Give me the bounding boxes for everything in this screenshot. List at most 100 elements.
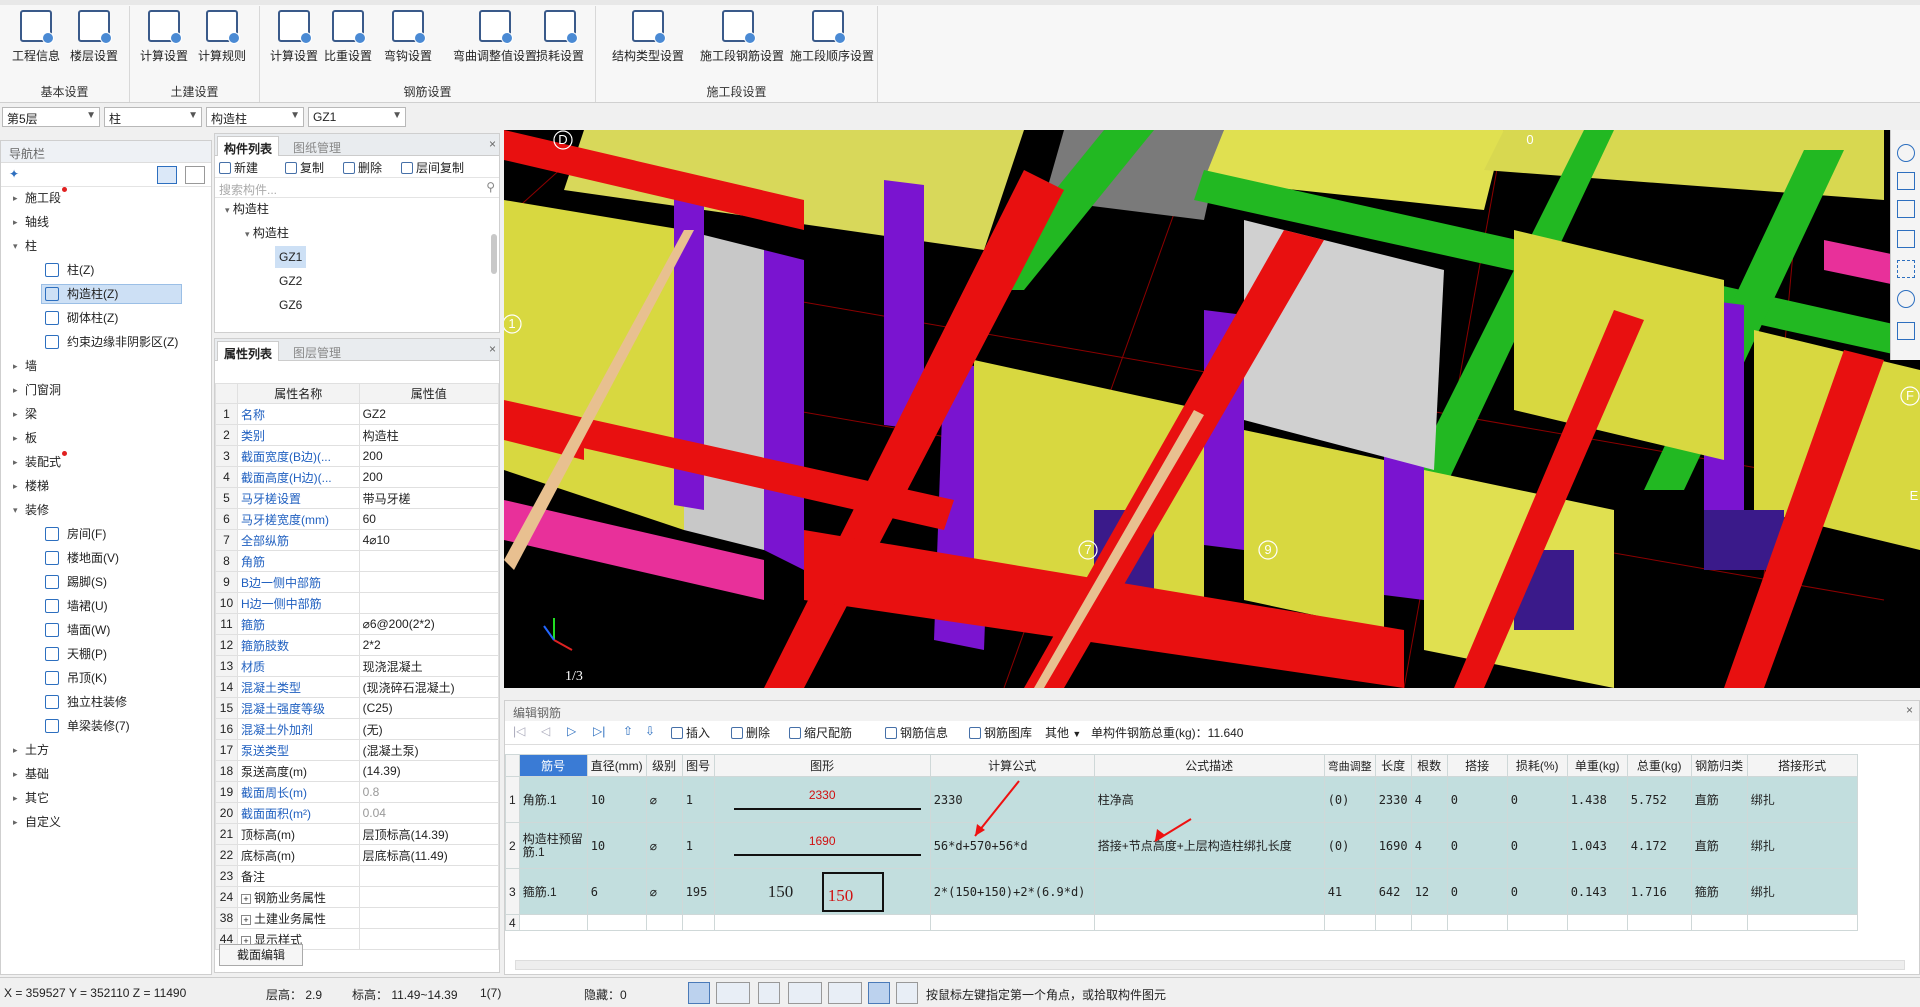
new-button[interactable]: 新建 — [219, 159, 258, 176]
shape-cell[interactable]: 2330 — [713, 776, 931, 823]
tab-component-list[interactable]: 构件列表 — [217, 136, 280, 156]
table-row[interactable]: 19 截面周长(m) 0.8 — [215, 781, 500, 803]
formula[interactable]: 2*(150+150)+2*(6.9*d) — [929, 868, 1095, 915]
nav-item-room[interactable]: 房间(F) — [1, 523, 211, 545]
property-value[interactable]: 构造柱 — [358, 424, 500, 446]
total-weight[interactable]: 4.172 — [1626, 822, 1692, 869]
property-value[interactable] — [358, 571, 500, 593]
tab-property-list[interactable]: 属性列表 — [217, 341, 280, 361]
copy-button[interactable]: 复制 — [285, 159, 324, 176]
rebar-library-button[interactable]: 钢筋图库 — [969, 724, 1032, 741]
nav-item-decoration[interactable]: ▾ 装修 — [1, 499, 211, 521]
detail-view-icon[interactable] — [185, 166, 205, 184]
lap-form[interactable]: 绑扎 — [1746, 822, 1858, 869]
cube-icon[interactable] — [1897, 230, 1915, 248]
nav-item-openings[interactable]: ▸ 门窗洞 — [1, 379, 211, 401]
property-value[interactable]: 60 — [358, 508, 500, 530]
property-value[interactable] — [358, 592, 500, 614]
nav-item-earthwork[interactable]: ▸ 土方 — [1, 739, 211, 761]
rebar-name[interactable]: 角筋.1 — [518, 776, 588, 823]
property-value[interactable]: ⌀6@200(2*2) — [358, 613, 500, 635]
property-value[interactable] — [358, 928, 500, 950]
tree-node-type[interactable]: ▾ 构造柱 — [245, 222, 289, 244]
total-weight[interactable]: 5.752 — [1626, 776, 1692, 823]
next-record-icon[interactable]: ▷ — [567, 724, 576, 738]
nav-item-custom[interactable]: ▸ 自定义 — [1, 811, 211, 833]
rebar-delete-button[interactable]: 删除 — [731, 724, 770, 741]
nav-item-skirting[interactable]: 踢脚(S) — [1, 571, 211, 593]
shape-cell[interactable]: 1690 — [713, 822, 931, 869]
table-row[interactable]: 14 混凝土类型 (现浇碎石混凝土) — [215, 676, 500, 698]
snap-mode-icon[interactable] — [716, 982, 750, 1004]
property-value[interactable]: 层顶标高(14.39) — [358, 823, 500, 845]
grade[interactable]: ⌀ — [645, 776, 683, 823]
property-value[interactable]: 0.8 — [358, 781, 500, 803]
section-order-button[interactable]: 施工段顺序设置 — [790, 10, 874, 68]
scale-rebar-button[interactable]: 缩尺配筋 — [789, 724, 852, 741]
tree-node-gz6[interactable]: GZ6 — [279, 294, 302, 316]
nav-item-constructional-column[interactable]: 构造柱(Z) — [1, 283, 211, 305]
table-row[interactable]: 20 截面面积(m²) 0.04 — [215, 802, 500, 824]
figure-number[interactable]: 195 — [681, 868, 715, 915]
property-value[interactable]: 2*2 — [358, 634, 500, 656]
table-row[interactable]: 5 马牙槎设置 带马牙槎 — [215, 487, 500, 509]
nav-item-floor-finish[interactable]: 楼地面(V) — [1, 547, 211, 569]
tab-drawing-manager[interactable]: 图纸管理 — [287, 136, 347, 156]
bend-adjust[interactable]: (0) — [1323, 776, 1376, 823]
properties-icon[interactable] — [1897, 322, 1915, 340]
grade[interactable]: ⌀ — [645, 868, 683, 915]
table-row[interactable]: 9 B边一侧中部筋 — [215, 571, 500, 593]
nav-item-wall-finish[interactable]: 墙面(W) — [1, 619, 211, 641]
unit-weight[interactable]: 1.438 — [1566, 776, 1628, 823]
rebar-info-button[interactable]: 钢筋信息 — [885, 724, 948, 741]
table-row[interactable]: 6 马牙槎宽度(mm) 60 — [215, 508, 500, 530]
table-row[interactable]: 4 — [505, 914, 1858, 931]
table-row[interactable]: 16 混凝土外加剂 (无) — [215, 718, 500, 740]
property-value[interactable] — [358, 865, 500, 887]
table-row[interactable]: 1 角筋.1 10 ⌀ 1 2330 2330 柱净高 (0) 2330 4 0 0 1.438 5.752… — [505, 776, 1858, 823]
move-down-icon[interactable]: ⇩ — [645, 724, 655, 738]
bend-adjust[interactable]: 41 — [1323, 868, 1376, 915]
horizontal-scrollbar[interactable] — [515, 960, 1905, 970]
table-row[interactable]: 3 截面宽度(B边)(... 200 — [215, 445, 500, 467]
nav-item-slab[interactable]: ▸ 板 — [1, 427, 211, 449]
delete-button[interactable]: 删除 — [343, 159, 382, 176]
table-row[interactable]: 18 泵送高度(m) (14.39) — [215, 760, 500, 782]
formula[interactable]: 2330 — [929, 776, 1095, 823]
3d-view-icon[interactable] — [1897, 200, 1915, 218]
table-row[interactable]: 23 备注 — [215, 865, 500, 887]
rebar-name[interactable]: 箍筋.1 — [518, 868, 588, 915]
lap-form[interactable]: 绑扎 — [1746, 776, 1858, 823]
dynamic-input-icon[interactable] — [868, 982, 890, 1004]
line-mode-icon[interactable] — [828, 982, 862, 1004]
nav-item-foundation[interactable]: ▸ 基础 — [1, 763, 211, 785]
expand-icon[interactable]: + — [240, 893, 251, 904]
floor-copy-button[interactable]: 层间复制 — [401, 159, 464, 176]
category-select[interactable]: 柱 ▼ — [104, 107, 202, 127]
close-icon[interactable]: × — [489, 342, 496, 356]
lap[interactable]: 0 — [1446, 776, 1508, 823]
lap[interactable]: 0 — [1446, 822, 1508, 869]
nav-item-axis[interactable]: ▸ 轴线 — [1, 211, 211, 233]
model-3d-viewport[interactable]: D 0 1 F 7 9 E 1/3 — [504, 130, 1920, 688]
table-row[interactable]: 17 泵送类型 (混凝土泵) — [215, 739, 500, 761]
civil-calc-settings-button[interactable]: 计算设置 — [134, 10, 194, 68]
expand-icon[interactable]: + — [240, 914, 251, 925]
close-icon[interactable]: × — [489, 137, 496, 151]
formula-description[interactable]: 搭接+节点高度+上层构造柱绑扎长度 — [1093, 822, 1325, 869]
close-icon[interactable]: × — [1906, 703, 1913, 717]
bend-adjust-button[interactable]: 弯曲调整值设置 — [450, 10, 540, 68]
tree-node-gz2[interactable]: GZ2 — [279, 270, 302, 292]
formula[interactable]: 56*d+570+56*d — [929, 822, 1095, 869]
diameter[interactable]: 10 — [586, 822, 647, 869]
nav-item-column[interactable]: ▾ 柱 — [1, 235, 211, 257]
tab-layer-manager[interactable]: 图层管理 — [287, 341, 347, 361]
table-row[interactable]: 1 名称 GZ2 — [215, 403, 500, 425]
property-value[interactable]: 0.04 — [358, 802, 500, 824]
count[interactable]: 4 — [1410, 776, 1448, 823]
nav-item-column-finish[interactable]: 独立柱装修 — [1, 691, 211, 713]
nav-item-masonry-column[interactable]: 砌体柱(Z) — [1, 307, 211, 329]
nav-item-ceiling[interactable]: 天棚(P) — [1, 643, 211, 665]
diameter[interactable]: 6 — [586, 868, 647, 915]
lap-form[interactable]: 绑扎 — [1746, 868, 1858, 915]
